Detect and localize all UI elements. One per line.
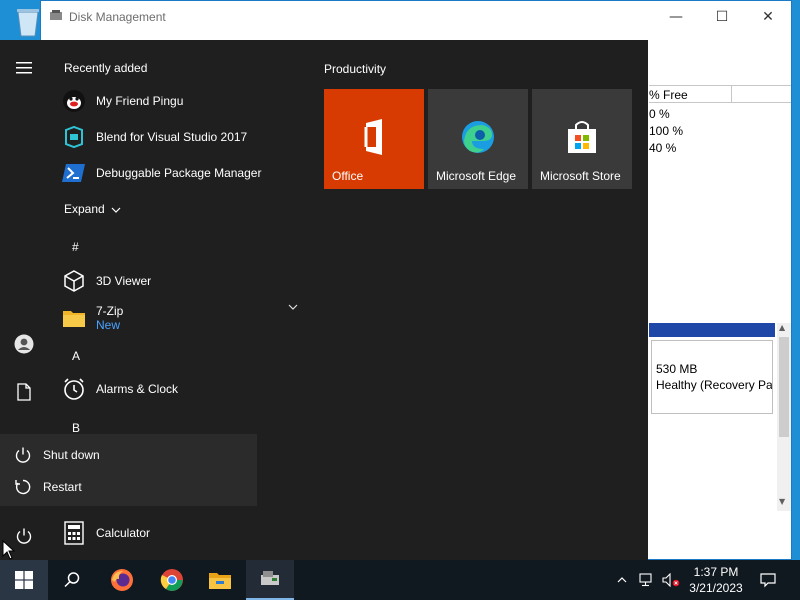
- file-explorer-icon[interactable]: [196, 560, 244, 600]
- app-item-calculator[interactable]: Calculator: [62, 518, 302, 548]
- restart-icon: [12, 476, 34, 498]
- power-icon: [12, 444, 34, 466]
- windows-icon[interactable]: [0, 560, 48, 600]
- folder-icon: [62, 306, 86, 330]
- close-button[interactable]: ✕: [745, 1, 791, 32]
- app-label: Blend for Visual Studio 2017: [96, 130, 248, 144]
- tile-label: Microsoft Edge: [436, 169, 517, 183]
- pingu-icon: [62, 89, 86, 113]
- tiles-area: Productivity Office Microsoft Edge Micro…: [308, 40, 648, 560]
- partition-header-bar: [649, 323, 775, 337]
- recycle-bin-icon[interactable]: [14, 4, 42, 38]
- store-icon: [562, 117, 602, 157]
- documents-icon[interactable]: [10, 378, 38, 406]
- app-label: Calculator: [96, 526, 151, 540]
- vertical-scrollbar[interactable]: ▲ ▼: [777, 323, 791, 511]
- app-item-alarms-clock[interactable]: Alarms & Clock: [62, 374, 302, 404]
- new-badge: New: [96, 318, 121, 332]
- column-free[interactable]: % Free: [649, 88, 688, 102]
- clock-time: 1:37 PM: [693, 565, 739, 579]
- tile-label: Office: [332, 169, 364, 183]
- start-menu: Recently added My Friend Pingu Blend for…: [0, 40, 648, 560]
- maximize-button[interactable]: ☐: [699, 1, 745, 32]
- app-item-7-zip[interactable]: 7-Zip New: [62, 302, 302, 334]
- notifications-icon[interactable]: [756, 560, 780, 600]
- office-icon: [354, 117, 394, 157]
- edge-icon: [458, 117, 498, 157]
- partition-status: Healthy (Recovery Pa: [656, 378, 772, 392]
- letter-header-a[interactable]: A: [72, 349, 80, 363]
- shutdown-label: Shut down: [43, 448, 100, 462]
- partition-size: 530 MB: [656, 362, 698, 376]
- productivity-heading: Productivity: [324, 62, 387, 76]
- clock[interactable]: 1:37 PM 3/21/2023: [684, 564, 748, 596]
- scroll-thumb[interactable]: [779, 337, 789, 437]
- app-item-3d-viewer[interactable]: 3D Viewer: [62, 266, 302, 296]
- table-row[interactable]: 0 %: [649, 107, 670, 121]
- tile-microsoft-edge[interactable]: Microsoft Edge: [428, 89, 528, 189]
- shutdown-button[interactable]: Shut down: [0, 440, 257, 470]
- power-flyout: Shut down Restart: [0, 434, 257, 506]
- expand-label: Expand: [64, 202, 105, 216]
- app-item-blend[interactable]: Blend for Visual Studio 2017: [62, 122, 302, 152]
- hamburger-icon[interactable]: [10, 54, 38, 82]
- firefox-icon[interactable]: [98, 560, 146, 600]
- chevron-down-icon[interactable]: [288, 302, 298, 313]
- app-label: My Friend Pingu: [96, 94, 184, 108]
- app-label: 3D Viewer: [96, 274, 152, 288]
- app-item-debuggable-package-manager[interactable]: Debuggable Package Manager: [62, 158, 302, 188]
- alarm-clock-icon: [62, 377, 86, 401]
- minimize-button[interactable]: —: [653, 1, 699, 32]
- taskbar: 1:37 PM 3/21/2023: [0, 560, 800, 600]
- search-icon[interactable]: [48, 560, 96, 600]
- window-title: Disk Management: [69, 9, 166, 24]
- blend-icon: [62, 125, 86, 149]
- scroll-up-icon[interactable]: ▲: [779, 323, 785, 332]
- column-header[interactable]: % Free: [649, 85, 791, 103]
- tile-label: Microsoft Store: [540, 169, 621, 183]
- show-hidden-icons-chevron-icon[interactable]: [612, 560, 632, 600]
- restart-label: Restart: [43, 480, 82, 494]
- volume-list: % Free 0 % 100 % 40 % 530 MB Healthy (Re…: [649, 55, 791, 555]
- tile-office[interactable]: Office: [324, 89, 424, 189]
- table-row[interactable]: 100 %: [649, 124, 683, 138]
- network-icon[interactable]: [636, 560, 658, 600]
- recently-added-heading: Recently added: [64, 61, 148, 75]
- letter-header-hash[interactable]: #: [72, 240, 79, 254]
- volume-muted-icon[interactable]: [660, 560, 682, 600]
- 3d-viewer-icon: [62, 269, 86, 293]
- disk-management-icon: [49, 9, 63, 24]
- calculator-icon: [62, 521, 86, 545]
- recovery-partition[interactable]: 530 MB Healthy (Recovery Pa: [651, 340, 773, 414]
- letter-header-b[interactable]: B: [72, 421, 80, 435]
- app-label: Debuggable Package Manager: [96, 166, 262, 180]
- user-account-icon[interactable]: [10, 330, 38, 358]
- table-row[interactable]: 40 %: [649, 141, 676, 155]
- clock-date: 3/21/2023: [689, 581, 743, 595]
- expand-button[interactable]: Expand: [64, 202, 121, 216]
- scroll-down-icon[interactable]: ▼: [779, 497, 785, 506]
- app-item-my-friend-pingu[interactable]: My Friend Pingu: [62, 86, 302, 116]
- chrome-icon[interactable]: [148, 560, 196, 600]
- restart-button[interactable]: Restart: [0, 472, 257, 502]
- tile-microsoft-store[interactable]: Microsoft Store: [532, 89, 632, 189]
- powershell-icon: [62, 161, 86, 185]
- app-label: 7-Zip: [96, 304, 124, 318]
- chevron-down-icon: [111, 202, 121, 216]
- app-label: Alarms & Clock: [96, 382, 179, 396]
- disk-management-icon[interactable]: [246, 560, 294, 600]
